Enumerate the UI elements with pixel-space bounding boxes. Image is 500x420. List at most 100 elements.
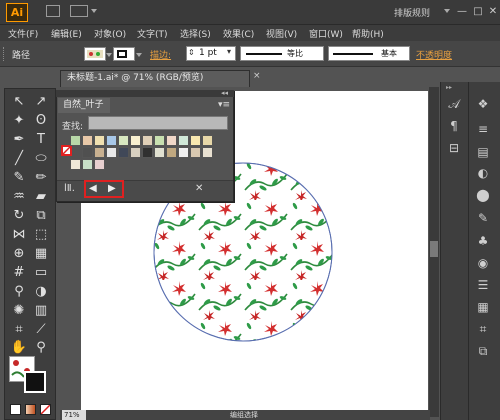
type-panel-icon[interactable]: 𝒜 <box>444 95 464 113</box>
menu-select[interactable]: 选择(S) <box>180 27 211 40</box>
none-mode-swatch[interactable] <box>40 404 51 415</box>
transparency-panel-icon[interactable]: ⬤ <box>473 186 493 204</box>
width-icon[interactable]: ⋈ <box>9 226 29 244</box>
menu-view[interactable]: 视图(V) <box>266 27 297 40</box>
artboards-panel-icon[interactable]: ⌗ <box>473 320 493 338</box>
lasso-icon[interactable]: ʘ <box>31 112 51 130</box>
gradient-panel-icon[interactable]: ▤ <box>473 143 493 161</box>
zoom-icon[interactable]: ⚲ <box>31 339 51 357</box>
symbols-panel-icon[interactable]: ◉ <box>473 254 493 272</box>
swatch-libraries-icon[interactable]: lⅡ. <box>64 183 75 194</box>
paragraph-panel-icon[interactable]: ¶ <box>444 117 464 135</box>
swatch-item[interactable] <box>190 147 201 158</box>
collapse-icon[interactable]: ◂◂ <box>221 89 228 97</box>
swatch-item[interactable] <box>94 147 105 158</box>
chevron-down-icon[interactable] <box>91 9 97 13</box>
arrange-documents-icon[interactable] <box>70 5 88 17</box>
swatch-item[interactable] <box>178 135 189 146</box>
layers-panel-icon[interactable]: ❖ <box>473 95 493 113</box>
blob-brush-icon[interactable]: ♒ <box>9 188 29 206</box>
swatch-item[interactable] <box>82 159 93 170</box>
chevron-down-icon[interactable] <box>136 53 142 57</box>
free-transform-icon[interactable]: ⬚ <box>31 226 51 244</box>
graphic-styles-icon[interactable]: ✎ <box>473 209 493 227</box>
stroke-panel-link[interactable]: 描边: <box>150 48 171 61</box>
chevron-down-icon[interactable]: ▾ <box>227 47 231 56</box>
swatch-item[interactable] <box>130 135 141 146</box>
swatch-item[interactable] <box>178 147 189 158</box>
screen-mode-icon[interactable] <box>46 5 60 17</box>
pen-icon[interactable]: ✒ <box>9 131 29 149</box>
links-panel-icon[interactable]: ⧉ <box>473 342 493 360</box>
swatch-item[interactable] <box>130 147 141 158</box>
menu-file[interactable]: 文件(F) <box>8 27 38 40</box>
chevron-down-icon[interactable] <box>444 9 450 13</box>
graph-icon[interactable]: ▥ <box>31 302 51 320</box>
swatch-item[interactable] <box>142 147 153 158</box>
swatch-item[interactable] <box>154 135 165 146</box>
menu-window[interactable]: 窗口(W) <box>309 27 343 40</box>
swatch-item[interactable] <box>142 135 153 146</box>
perspective-icon[interactable]: ▦ <box>31 245 51 263</box>
fill-swatch[interactable] <box>84 47 106 61</box>
gradient-icon[interactable]: ▭ <box>31 264 51 282</box>
brush-icon[interactable]: ✎ <box>9 169 29 187</box>
pencil-icon[interactable]: ✏ <box>31 169 51 187</box>
scrollbar-thumb[interactable] <box>430 241 438 257</box>
expand-dock-icon[interactable]: ▸▸ <box>446 84 452 91</box>
next-library-button[interactable]: ▶ <box>108 183 116 194</box>
eyedropper-icon[interactable]: ⚲ <box>9 283 29 301</box>
swatch-item[interactable] <box>202 147 213 158</box>
blend-icon[interactable]: ◑ <box>31 283 51 301</box>
swatch-item[interactable] <box>118 135 129 146</box>
symbol-sprayer-icon[interactable]: ✺ <box>9 302 29 320</box>
swatch-item[interactable] <box>166 147 177 158</box>
close-button[interactable]: ✕ <box>485 5 500 19</box>
ellipse-icon[interactable]: ⬭ <box>31 150 51 168</box>
eraser-icon[interactable]: ▰ <box>31 188 51 206</box>
stroke-panel-icon[interactable]: ☰ <box>473 276 493 294</box>
swatch-item[interactable] <box>118 147 129 158</box>
menu-effect[interactable]: 效果(C) <box>223 27 254 40</box>
find-input[interactable] <box>88 116 228 130</box>
minimize-button[interactable]: — <box>454 5 470 19</box>
selection-arrow-icon[interactable]: ↖ <box>9 93 29 111</box>
stroke-color-preview[interactable] <box>24 371 46 393</box>
color-panel-icon[interactable]: ≡ <box>473 120 493 138</box>
workspace-switcher[interactable]: 排版规则 <box>394 6 430 19</box>
menu-help[interactable]: 帮助(H) <box>352 27 384 40</box>
color-mode-swatch[interactable] <box>10 404 21 415</box>
previous-library-button[interactable]: ◀ <box>89 183 97 194</box>
direct-select-icon[interactable]: ↗ <box>31 93 51 111</box>
slice-icon[interactable]: ⟋ <box>31 321 51 339</box>
spinner-icon[interactable]: ⇕ <box>188 48 195 57</box>
document-tab[interactable]: 未标题-1.ai* @ 71% (RGB/预览) <box>60 70 250 87</box>
chevron-down-icon[interactable] <box>106 53 112 57</box>
swatch-item[interactable] <box>190 135 201 146</box>
menu-edit[interactable]: 编辑(E) <box>51 27 82 40</box>
artboard-icon[interactable]: ⌗ <box>9 321 29 339</box>
panel-header[interactable] <box>56 90 234 97</box>
zoom-level-select[interactable]: 71% <box>62 410 86 420</box>
swatch-item[interactable] <box>70 135 81 146</box>
swatch-item[interactable] <box>70 159 81 170</box>
panel-menu-icon[interactable]: ▾≡ <box>218 100 230 110</box>
tab-nature-leaves[interactable]: 自然_叶子 <box>58 98 110 113</box>
line-icon[interactable]: ╱ <box>9 150 29 168</box>
magic-wand-icon[interactable]: ✦ <box>9 112 29 130</box>
scale-icon[interactable]: ⧉ <box>31 207 51 225</box>
maximize-button[interactable]: □ <box>470 5 486 19</box>
swatch-none[interactable] <box>61 145 72 156</box>
menu-object[interactable]: 对象(O) <box>94 27 126 40</box>
shape-builder-icon[interactable]: ⊕ <box>9 245 29 263</box>
swatch-item[interactable] <box>202 135 213 146</box>
swatch-item[interactable] <box>154 147 165 158</box>
mesh-icon[interactable]: # <box>9 264 29 282</box>
swatches-panel-icon[interactable]: ▦ <box>473 298 493 316</box>
gradient-mode-swatch[interactable] <box>25 404 36 415</box>
panel-options-icon[interactable]: ✕ <box>195 183 203 194</box>
swatch-item[interactable] <box>82 147 93 158</box>
swatch-item[interactable] <box>166 135 177 146</box>
swatch-item[interactable] <box>106 135 117 146</box>
hand-icon[interactable]: ✋ <box>9 339 29 357</box>
